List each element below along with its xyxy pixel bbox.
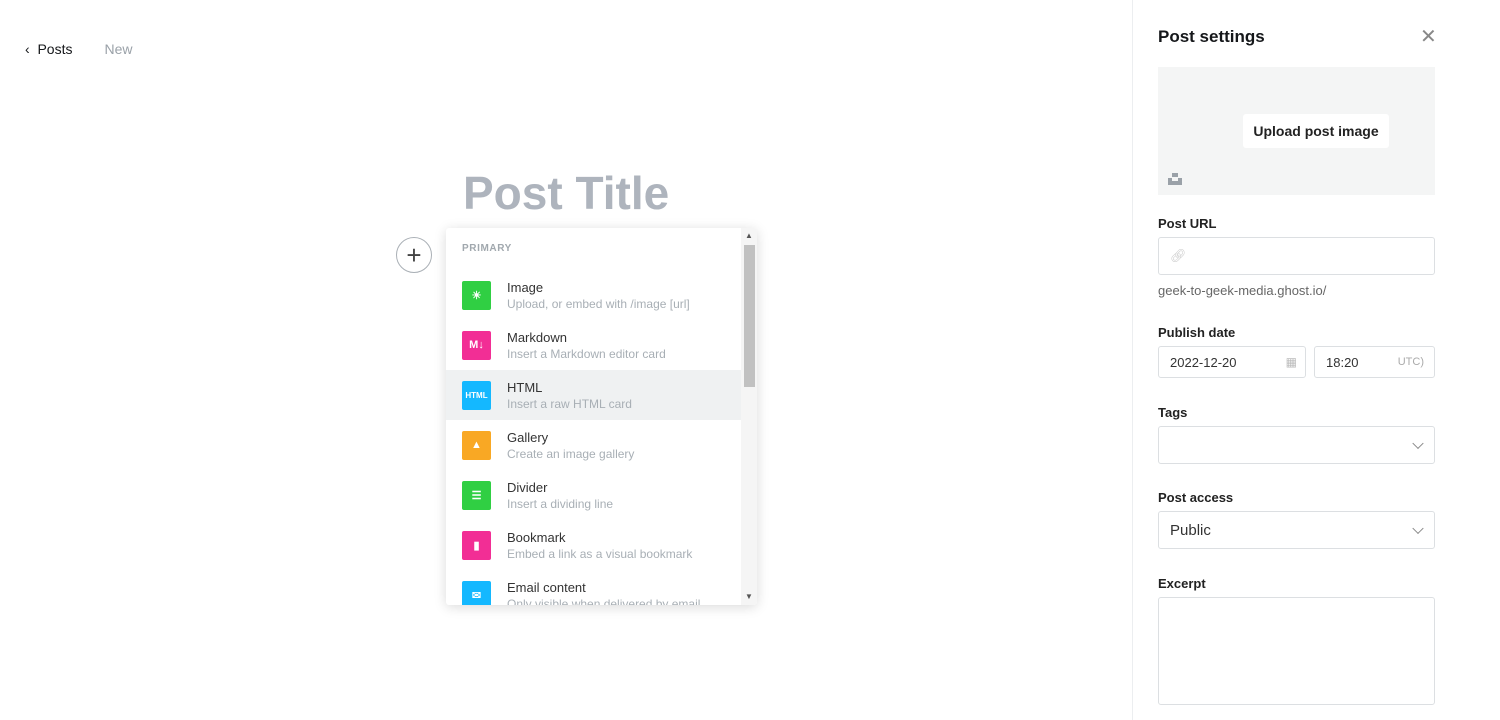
time-value: 18:20: [1326, 354, 1359, 370]
bookmark-icon: ▮: [462, 530, 491, 560]
upload-image-button[interactable]: Upload post image: [1243, 114, 1389, 148]
post-title-input[interactable]: Post Title: [463, 166, 669, 220]
date-value: 2022-12-20: [1170, 354, 1237, 370]
email-icon: ✉: [462, 580, 491, 605]
section-header: PRIMARY: [462, 243, 512, 254]
close-icon[interactable]: ✕: [1420, 24, 1437, 49]
current-status: New: [104, 41, 133, 57]
image-icon: ☀: [462, 280, 491, 310]
card-menu-item-email-content[interactable]: ✉ Email content Only visible when delivere…: [446, 570, 741, 605]
card-menu-item-image[interactable]: ☀ Image Upload, or embed with /image [url]: [446, 270, 741, 320]
publish-date-label: Publish date: [1158, 325, 1236, 340]
scrollbar[interactable]: ▲ ▼: [741, 228, 757, 605]
feature-image-area[interactable]: Upload post image: [1158, 67, 1435, 195]
post-access-label: Post access: [1158, 490, 1234, 505]
breadcrumb: ‹ Posts New: [25, 41, 132, 57]
post-access-value: Public: [1170, 521, 1211, 539]
post-settings-panel: Post settings ✕ Upload post image Post U…: [1132, 0, 1500, 720]
gallery-icon: ▲: [462, 430, 491, 460]
item-title: Divider: [507, 479, 548, 495]
scrollbar-thumb[interactable]: [744, 245, 755, 387]
link-icon: 🔗︎: [1170, 248, 1187, 263]
unsplash-icon[interactable]: [1168, 173, 1182, 185]
chevron-down-icon: [1412, 522, 1424, 535]
item-title: Gallery: [507, 429, 549, 445]
chevron-down-icon: [1412, 437, 1424, 450]
card-menu: PRIMARY ☀ Image Upload, or embed with /ima…: [446, 228, 757, 605]
tags-input[interactable]: [1158, 426, 1435, 464]
excerpt-textarea[interactable]: [1158, 597, 1435, 705]
item-title: HTML: [507, 379, 543, 395]
date-input[interactable]: 2022-12-20 ▦: [1158, 346, 1306, 378]
markdown-icon: M↓: [462, 330, 491, 360]
post-url-label: Post URL: [1158, 216, 1217, 231]
timezone-label: UTC): [1397, 356, 1424, 368]
item-description: Upload, or embed with /image [url]: [507, 296, 690, 311]
back-to-posts-link[interactable]: ‹ Posts: [25, 41, 72, 57]
post-url-hint: geek-to-geek-media.ghost.io/: [1158, 283, 1327, 298]
plus-icon: +: [406, 240, 422, 270]
card-menu-item-markdown[interactable]: M↓ Markdown Insert a Markdown editor card: [446, 320, 741, 370]
item-title: Markdown: [507, 329, 567, 345]
card-menu-item-gallery[interactable]: ▲ Gallery Create an image gallery: [446, 420, 741, 470]
divider-icon: ☰: [462, 480, 491, 510]
item-description: Insert a dividing line: [507, 496, 614, 511]
tags-label: Tags: [1158, 405, 1188, 420]
item-title: Bookmark: [507, 529, 566, 545]
item-title: Image: [507, 279, 544, 295]
scroll-down-icon[interactable]: ▼: [745, 592, 753, 601]
post-url-input[interactable]: 🔗︎: [1158, 237, 1435, 275]
html-icon: HTML: [462, 380, 491, 410]
time-input[interactable]: 18:20 UTC): [1314, 346, 1435, 378]
item-description: Create an image gallery: [507, 446, 635, 461]
excerpt-label: Excerpt: [1158, 576, 1206, 591]
item-description: Only visible when delivered by email: [507, 596, 701, 606]
item-description: Insert a raw HTML card: [507, 396, 632, 411]
back-label: Posts: [37, 41, 73, 57]
add-card-button[interactable]: +: [396, 237, 432, 273]
card-menu-item-html[interactable]: HTML HTML Insert a raw HTML card: [446, 370, 741, 420]
scroll-up-icon[interactable]: ▲: [745, 231, 753, 240]
item-description: Insert a Markdown editor card: [507, 346, 666, 361]
post-access-select[interactable]: Public: [1158, 511, 1435, 549]
card-menu-item-bookmark[interactable]: ▮ Bookmark Embed a link as a visual bookma…: [446, 520, 741, 570]
card-menu-item-divider[interactable]: ☰ Divider Insert a dividing line: [446, 470, 741, 520]
item-title: Email content: [507, 579, 586, 595]
panel-title: Post settings: [1158, 27, 1265, 46]
calendar-icon[interactable]: ▦: [1286, 355, 1297, 369]
item-description: Embed a link as a visual bookmark: [507, 546, 693, 561]
